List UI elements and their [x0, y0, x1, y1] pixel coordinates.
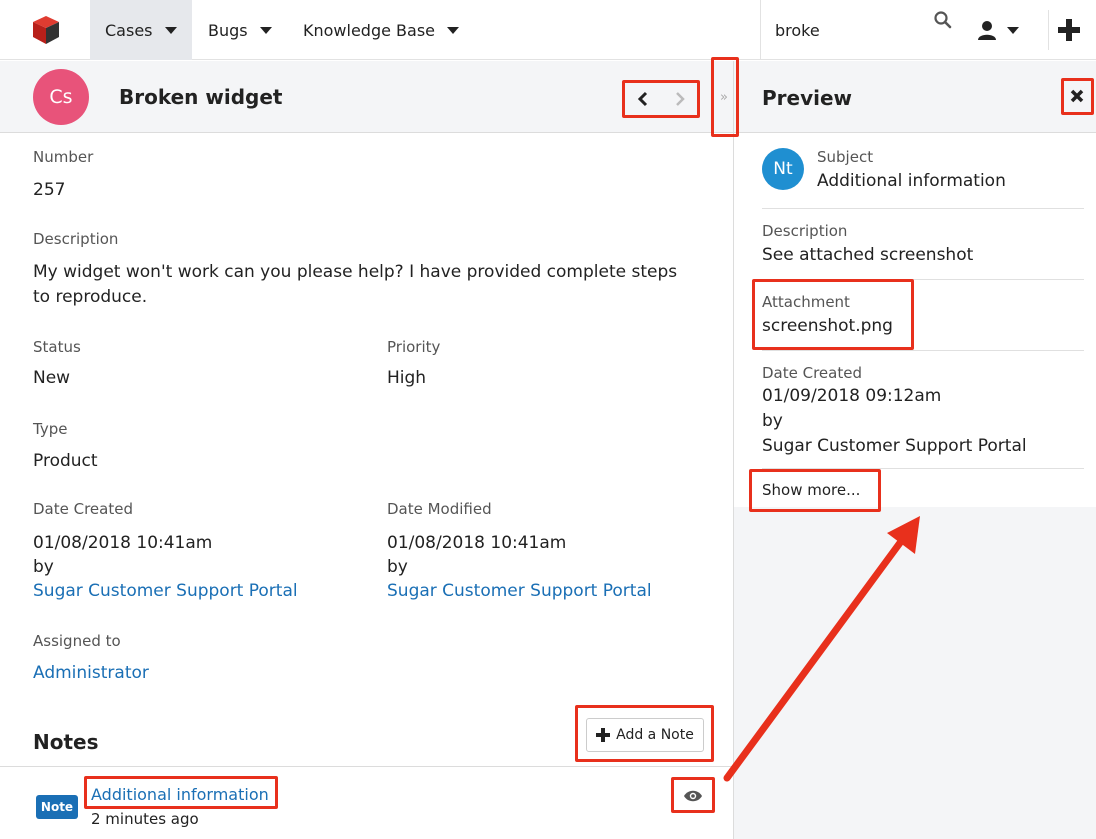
chevron-down-icon	[447, 26, 459, 34]
nav-tab-bugs[interactable]: Bugs	[208, 0, 272, 60]
nav-tab-knowledge-base-label: Knowledge Base	[303, 20, 435, 40]
chevron-down-icon	[259, 26, 272, 34]
date-modified-label: Date Modified	[387, 500, 492, 518]
sugarcrm-logo-icon[interactable]	[30, 14, 62, 46]
status-value: New	[33, 368, 71, 388]
search-input[interactable]	[775, 20, 925, 40]
record-header: Cs Broken widget	[0, 61, 733, 133]
chevron-down-icon	[164, 26, 177, 34]
preview-created-by-link[interactable]: Sugar Customer Support Portal	[762, 436, 1027, 456]
preview-subject-label: Subject	[817, 148, 874, 166]
nav-tab-cases[interactable]: Cases	[90, 0, 192, 60]
preview-description-value: See attached screenshot	[762, 245, 974, 265]
assigned-to-label: Assigned to	[33, 632, 121, 650]
preview-title: Preview	[762, 86, 853, 110]
user-menu[interactable]	[975, 12, 1035, 48]
divider	[0, 766, 733, 767]
note-type-badge: Note	[36, 795, 78, 819]
double-chevron-right-icon: »	[720, 89, 728, 105]
plus-icon	[596, 728, 611, 742]
close-icon	[1070, 89, 1084, 103]
preview-note-button[interactable]	[680, 786, 706, 806]
record-pagination	[624, 82, 698, 115]
number-value: 257	[33, 180, 66, 200]
preview-subject-value: Additional information	[817, 171, 1006, 191]
record-title: Broken widget	[119, 85, 283, 109]
description-value: My widget won't work can you please help…	[33, 262, 678, 307]
assigned-to-link[interactable]: Administrator	[33, 663, 149, 683]
add-note-label: Add a Note	[616, 727, 694, 743]
type-label: Type	[33, 420, 68, 438]
type-value: Product	[33, 451, 98, 471]
preview-by-prefix: by	[762, 411, 783, 431]
note-subject-link[interactable]: Additional information	[91, 785, 269, 804]
plus-icon	[1058, 19, 1080, 41]
notes-subpanel-title: Notes	[33, 730, 99, 754]
date-created-value: 01/08/2018 10:41am	[33, 533, 213, 553]
search-icon[interactable]	[933, 10, 953, 30]
preview-description-label: Description	[762, 222, 848, 240]
nav-tab-knowledge-base[interactable]: Knowledge Base	[303, 0, 459, 60]
divider	[762, 208, 1084, 209]
preview-header: Preview	[734, 61, 1096, 133]
note-timestamp: 2 minutes ago	[91, 810, 199, 828]
quick-create-button[interactable]	[1048, 10, 1088, 50]
date-modified-value: 01/08/2018 10:41am	[387, 533, 567, 553]
nav-tab-cases-label: Cases	[105, 20, 153, 40]
user-icon	[978, 21, 996, 40]
modified-by-link[interactable]: Sugar Customer Support Portal	[387, 581, 652, 601]
preview-date-created-value: 01/09/2018 09:12am	[762, 386, 942, 406]
previous-record-icon[interactable]	[636, 91, 650, 107]
divider	[762, 350, 1084, 351]
chevron-down-icon	[1007, 26, 1019, 34]
top-navigation-bar: Cases Bugs Knowledge Base	[0, 0, 1096, 60]
show-more-link[interactable]: Show more...	[762, 481, 860, 499]
preview-date-created-label: Date Created	[762, 364, 862, 382]
priority-label: Priority	[387, 338, 441, 356]
number-label: Number	[33, 148, 94, 166]
date-created-label: Date Created	[33, 500, 133, 518]
global-search	[760, 0, 965, 60]
eye-icon	[684, 790, 702, 802]
preview-panel: Preview Nt Subject Additional informatio…	[733, 61, 1096, 839]
next-record-icon[interactable]	[673, 91, 687, 107]
description-label: Description	[33, 230, 119, 248]
case-avatar: Cs	[33, 69, 89, 125]
divider	[762, 279, 1084, 280]
preview-attachment-label: Attachment	[762, 293, 850, 311]
created-by-link[interactable]: Sugar Customer Support Portal	[33, 581, 298, 601]
close-preview-button[interactable]	[1062, 81, 1092, 111]
nav-tab-bugs-label: Bugs	[208, 20, 248, 40]
note-avatar: Nt	[762, 148, 804, 190]
status-label: Status	[33, 338, 81, 356]
modified-by-prefix: by	[387, 557, 408, 577]
divider	[762, 468, 1084, 469]
add-note-button[interactable]: Add a Note	[586, 718, 704, 752]
priority-value: High	[387, 368, 427, 388]
created-by-prefix: by	[33, 557, 54, 577]
attachment-link[interactable]: screenshot.png	[762, 316, 893, 336]
